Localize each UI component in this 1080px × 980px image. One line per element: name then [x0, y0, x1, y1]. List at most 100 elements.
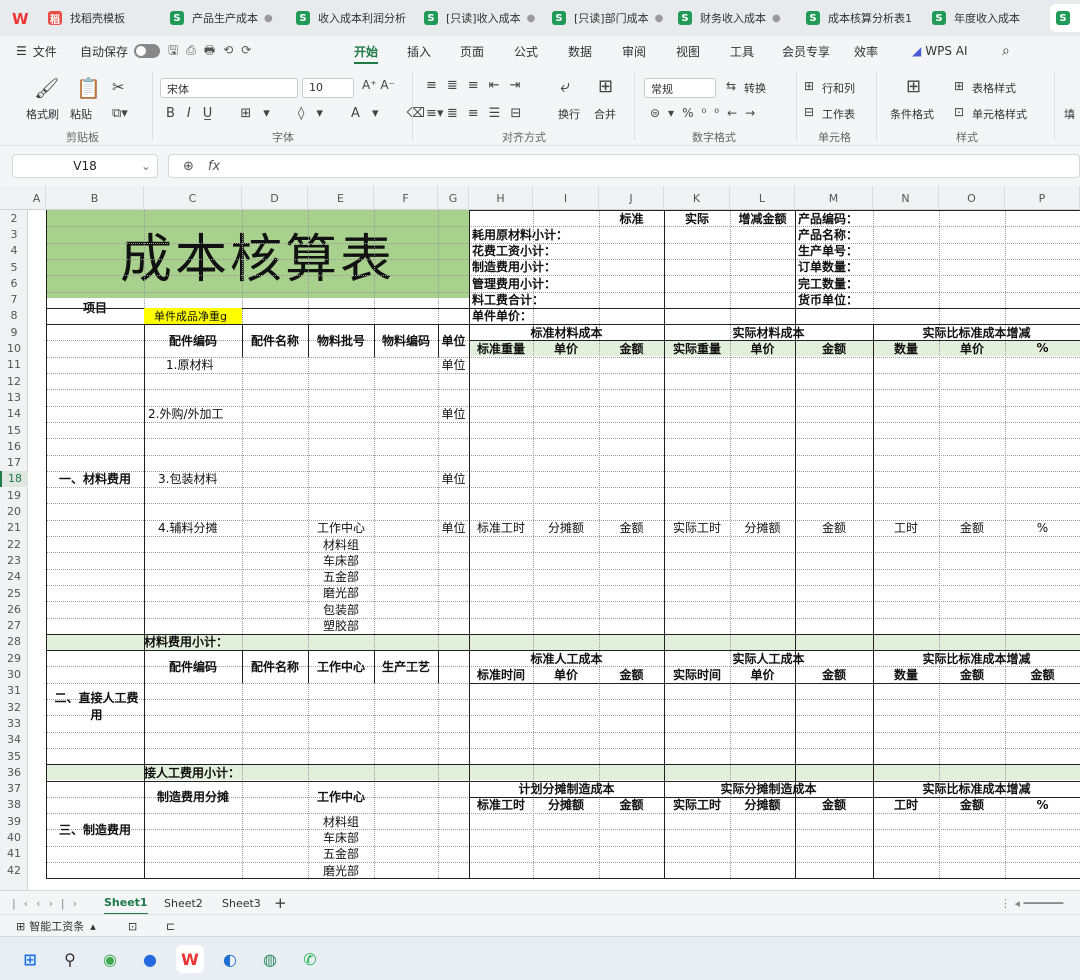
align-horizontal-icons[interactable]: ≡≣≡☰⊟	[426, 106, 531, 121]
row-header[interactable]: 35	[0, 748, 28, 764]
cell-style-button[interactable]: 单元格样式	[972, 106, 1027, 122]
group-title[interactable]: 计划分摊制造成本	[469, 781, 664, 797]
sub-header[interactable]: 数量	[873, 666, 939, 682]
wrap-icon[interactable]: ⤶	[560, 76, 570, 97]
summary-label[interactable]: 生产单号：	[795, 243, 873, 259]
tab-doc-7[interactable]: S 年度收入成本	[926, 4, 1046, 32]
menu-member[interactable]: 会员专享	[782, 36, 830, 66]
summary-label[interactable]: 耗用原材料小计：	[469, 226, 599, 242]
windows-start-icon[interactable]: ⊞	[16, 945, 44, 973]
group-title[interactable]: 标准人工成本	[469, 650, 664, 666]
number-format-select[interactable]: 常规	[644, 78, 716, 98]
sub-header[interactable]: 金额	[1005, 666, 1080, 682]
sheet-tab-2[interactable]: Sheet2	[164, 891, 203, 915]
formula-input[interactable]: ⊕ fx	[168, 154, 1080, 178]
header-standard[interactable]: 标准	[599, 210, 664, 226]
sheet-tab-1[interactable]: Sheet1	[104, 891, 148, 915]
column-title[interactable]: 制造费用分摊	[144, 781, 242, 813]
column-header[interactable]: O	[939, 186, 1005, 210]
row-header[interactable]: 14	[0, 406, 28, 422]
sub-header[interactable]: 标准时间	[469, 666, 533, 682]
row-header[interactable]: 10	[0, 340, 28, 356]
sub-header[interactable]: 金额	[939, 520, 1005, 536]
row-header[interactable]: 29	[0, 650, 28, 666]
worksheet-icon[interactable]: ⊟	[804, 105, 814, 119]
header-diff[interactable]: 增减金额	[730, 210, 795, 226]
tab-doc-3[interactable]: S [只读]收入成本 ●	[418, 4, 542, 32]
category-outsource[interactable]: 2.外购/外加工	[144, 406, 242, 422]
row-header[interactable]: 17	[0, 455, 28, 471]
sub-header[interactable]: 单价	[533, 666, 599, 682]
sub-header[interactable]: 金额	[939, 666, 1005, 682]
menu-page[interactable]: 页面	[460, 36, 484, 66]
summary-label[interactable]: 产品编码：	[795, 210, 873, 226]
format-painter-icon[interactable]: 🖌	[34, 76, 59, 100]
section-labor[interactable]: 二、直接人工费用	[46, 650, 144, 764]
sub-header[interactable]: 金额	[939, 797, 1005, 813]
column-title[interactable]: 配件名称	[242, 650, 308, 682]
item-label[interactable]: 项目	[46, 292, 144, 324]
sub-header[interactable]: 单价	[533, 340, 599, 356]
sub-header[interactable]: 分摊额	[533, 797, 599, 813]
row-header[interactable]: 8	[0, 308, 28, 324]
group-title[interactable]: 实际分摊制造成本	[664, 781, 873, 797]
sub-header[interactable]: %	[1005, 520, 1080, 536]
category-pack[interactable]: 3.包装材料	[144, 471, 242, 487]
paste-button[interactable]: 粘贴	[70, 106, 92, 122]
row-header[interactable]: 4	[0, 243, 28, 259]
column-header[interactable]: C	[144, 186, 242, 210]
labor-subtotal[interactable]: 接人工费用小计：	[46, 764, 308, 780]
merge-icon[interactable]: ⊞	[598, 76, 613, 97]
column-title[interactable]: 工作中心	[308, 650, 374, 682]
toggle-switch[interactable]	[134, 44, 161, 58]
summary-label[interactable]: 料工费合计：	[469, 292, 599, 308]
section-materials[interactable]: 一、材料费用	[46, 324, 144, 634]
number-icons[interactable]: ⊜▾%⁰⁰←→	[650, 106, 763, 120]
sub-header[interactable]: 单价	[730, 666, 795, 682]
work-center-cell[interactable]: 五金部	[308, 846, 374, 862]
wps-ai-button[interactable]: ◢ WPS AI	[912, 36, 968, 66]
sub-header[interactable]: 工时	[873, 797, 939, 813]
row-header[interactable]: 15	[0, 422, 28, 438]
row-header[interactable]: 36	[0, 764, 28, 780]
paste-icon[interactable]: 📋	[76, 76, 101, 100]
tab-doc-6[interactable]: S 成本核算分析表1	[800, 4, 922, 32]
group-title[interactable]: 实际比标准成本增减	[873, 324, 1080, 340]
row-header[interactable]: 34	[0, 732, 28, 748]
sub-header[interactable]: 金额	[795, 520, 873, 536]
copy-icon[interactable]: ⧉▾	[112, 106, 128, 121]
sub-header[interactable]: 单价	[730, 340, 795, 356]
tab-doc-1[interactable]: S 产品生产成本 ●	[164, 4, 286, 32]
wps-logo-icon[interactable]: W	[12, 10, 30, 28]
work-center-cell[interactable]: 包装部	[308, 601, 374, 617]
rows-cols-icon[interactable]: ⊞	[804, 79, 814, 93]
search-icon[interactable]: ⌕	[1002, 36, 1010, 66]
sub-header[interactable]: 标准工时	[469, 797, 533, 813]
column-header[interactable]: L	[730, 186, 795, 210]
cut-icon[interactable]: ✂	[112, 78, 125, 96]
tab-doc-5[interactable]: S 财务收入成本 ●	[672, 4, 796, 32]
row-header[interactable]: 13	[0, 389, 28, 405]
horizontal-scrollbar[interactable]: ⋮ ◂ ━━━━━━	[1000, 891, 1063, 915]
tab-template[interactable]: 稻找稻壳模板	[42, 4, 160, 32]
sub-header[interactable]: 金额	[795, 340, 873, 356]
menu-formula[interactable]: 公式	[514, 36, 538, 66]
column-title[interactable]: 物料批号	[308, 324, 374, 356]
unit-cell[interactable]: 单位	[438, 520, 469, 536]
work-center-cell[interactable]: 塑胶部	[308, 618, 374, 634]
group-title[interactable]: 实际比标准成本增减	[873, 650, 1080, 666]
row-header[interactable]: 19	[0, 487, 28, 503]
row-header[interactable]: 32	[0, 699, 28, 715]
row-header[interactable]: 30	[0, 666, 28, 682]
column-title[interactable]: 单位	[438, 324, 469, 356]
app-icon[interactable]: ◐	[216, 945, 244, 973]
column-header[interactable]: P	[1005, 186, 1080, 210]
column-header[interactable]: J	[599, 186, 664, 210]
unit-cell[interactable]: 单位	[438, 406, 469, 422]
menu-review[interactable]: 审阅	[622, 36, 646, 66]
font-size-select[interactable]: 10	[302, 78, 354, 98]
header-actual[interactable]: 实际	[664, 210, 730, 226]
conditional-format-button[interactable]: 条件格式	[890, 106, 934, 122]
close-icon[interactable]: ●	[527, 13, 536, 24]
summary-label[interactable]: 产品名称：	[795, 226, 873, 242]
